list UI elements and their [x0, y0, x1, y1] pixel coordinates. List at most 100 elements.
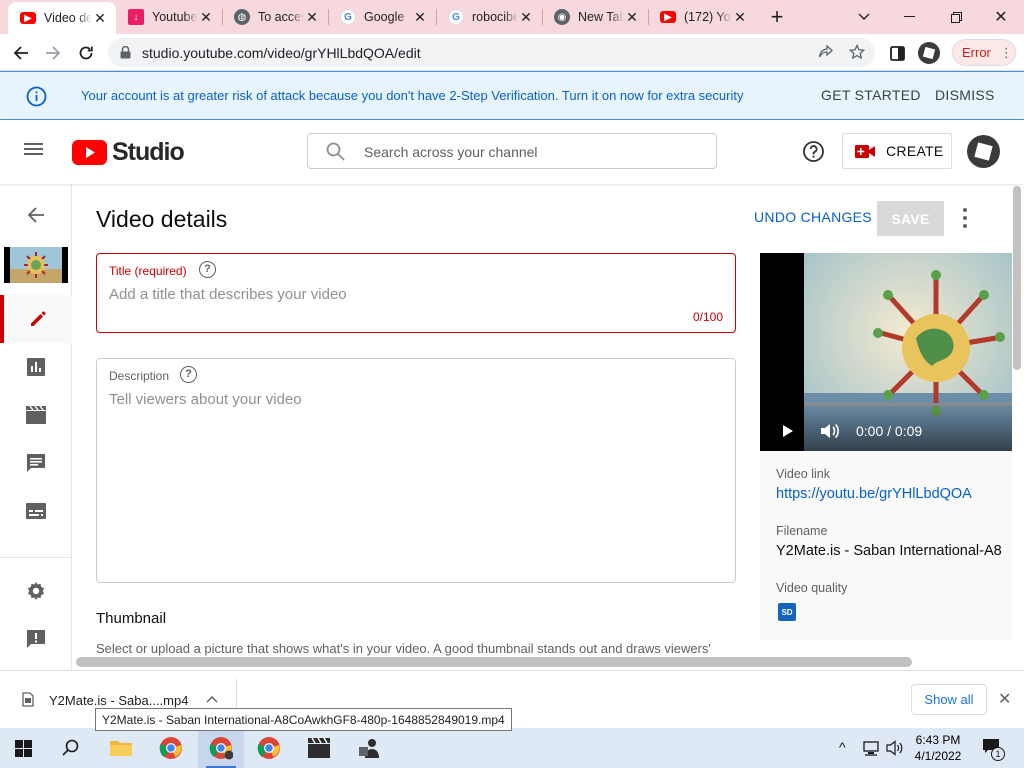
new-tab-button[interactable]: + — [763, 0, 791, 34]
title-field[interactable]: Title (required) ? Add a title that desc… — [96, 253, 736, 333]
start-button[interactable] — [0, 728, 46, 768]
tab-to-access[interactable]: ◍ To access ✕ — [222, 0, 328, 34]
minimize-button[interactable] — [893, 0, 925, 34]
chevron-up-icon[interactable] — [206, 695, 218, 703]
search-input[interactable]: Search across your channel — [307, 133, 717, 169]
search-icon — [326, 142, 345, 161]
profile-error-button[interactable]: Error ⋮ — [952, 39, 1016, 66]
nav-details[interactable] — [0, 295, 72, 343]
dismiss-button[interactable]: DISMISS — [935, 87, 995, 103]
tab-new-tab[interactable]: ◉ New Tab ✕ — [542, 0, 648, 34]
close-icon[interactable]: ✕ — [732, 9, 748, 25]
close-icon[interactable]: ✕ — [518, 9, 534, 25]
left-navigation — [0, 184, 72, 670]
info-icon — [26, 86, 47, 107]
clapperboard-icon — [308, 737, 330, 758]
undo-changes-button[interactable]: UNDO CHANGES — [754, 209, 872, 225]
nav-editor[interactable] — [0, 391, 72, 439]
close-icon[interactable]: ✕ — [198, 9, 214, 25]
filename-value: Y2Mate.is - Saban International-A8 — [776, 543, 1002, 559]
play-icon[interactable] — [782, 424, 794, 438]
video-link[interactable]: https://youtu.be/grYHlLbdQOA — [776, 486, 972, 502]
feedback-icon — [27, 630, 45, 648]
profile-avatar-button[interactable] — [916, 40, 942, 66]
thumbnail-description: Select or upload a picture that shows wh… — [96, 641, 711, 656]
analytics-icon — [27, 358, 45, 376]
tab-google[interactable]: G Google ✕ — [328, 0, 436, 34]
gear-icon — [28, 582, 44, 600]
volume-icon[interactable] — [886, 740, 904, 756]
get-started-button[interactable]: GET STARTED — [821, 87, 921, 103]
taskbar-clock[interactable]: 6:43 PM 4/1/2022 — [912, 732, 964, 764]
account-avatar[interactable] — [967, 135, 1000, 168]
tab-video-details[interactable]: ▶ Video details - YouTube Studio ✕ — [8, 2, 116, 34]
windows-icon — [14, 739, 32, 757]
url-text: studio.youtube.com/video/grYHlLbdQOA/edi… — [142, 45, 421, 61]
tab-youtube-downloader[interactable]: ↓ Youtube Downloader ✕ — [116, 0, 222, 34]
taskbar-search-button[interactable] — [48, 728, 94, 768]
browser-toolbar: studio.youtube.com/video/grYHlLbdQOA/edi… — [0, 34, 1024, 71]
share-icon[interactable] — [818, 45, 834, 60]
reload-button[interactable] — [73, 40, 99, 66]
tab-title: To access — [258, 10, 304, 24]
create-label: CREATE — [886, 143, 944, 159]
chevron-up-icon[interactable]: ^ — [839, 739, 846, 755]
network-icon[interactable] — [863, 741, 880, 756]
tab-title: Google — [364, 10, 405, 24]
forward-button[interactable] — [40, 40, 66, 66]
page-title: Video details — [96, 206, 228, 232]
help-button[interactable] — [802, 140, 825, 166]
chrome-taskbar-button-2[interactable] — [246, 728, 292, 768]
youtube-icon: ▶ — [20, 12, 36, 24]
horizontal-scrollbar[interactable] — [76, 657, 912, 667]
back-button[interactable] — [8, 40, 34, 66]
subtitles-icon — [26, 503, 46, 519]
help-icon — [803, 141, 824, 162]
help-icon[interactable]: ? — [199, 261, 216, 278]
nav-subtitles[interactable] — [0, 487, 72, 535]
show-all-button[interactable]: Show all — [911, 684, 987, 715]
video-camera-icon — [855, 144, 875, 158]
vertical-scrollbar[interactable] — [1013, 186, 1021, 370]
create-button[interactable]: CREATE — [842, 133, 952, 169]
nav-settings[interactable] — [0, 567, 72, 615]
help-icon[interactable]: ? — [180, 366, 197, 383]
chrome-profile-taskbar-button[interactable] — [198, 728, 244, 768]
close-icon[interactable]: ✕ — [92, 10, 108, 26]
minimize-icon — [903, 16, 915, 17]
volume-icon[interactable] — [820, 422, 840, 440]
more-vert-icon: ⋮ — [999, 44, 1013, 60]
menu-button[interactable] — [24, 141, 46, 163]
description-field[interactable]: Description ? Tell viewers about your vi… — [96, 358, 736, 583]
close-download-bar-button[interactable]: ✕ — [998, 689, 1011, 709]
tab-youtube[interactable]: ▶ (172) YouTube ✕ — [648, 0, 756, 34]
save-button[interactable]: SAVE — [877, 201, 944, 236]
browser-tab-strip: ▶ Video details - YouTube Studio ✕ ↓ You… — [0, 0, 1024, 34]
close-window-button[interactable]: ✕ — [985, 0, 1017, 34]
studio-logo[interactable]: Studio — [72, 137, 185, 167]
video-player[interactable]: 0:00 / 0:09 — [760, 253, 1012, 451]
nav-comments[interactable] — [0, 439, 72, 487]
address-bar[interactable]: studio.youtube.com/video/grYHlLbdQOA/edi… — [108, 38, 875, 67]
nav-feedback[interactable] — [0, 615, 72, 663]
close-icon[interactable]: ✕ — [304, 9, 320, 25]
people-taskbar-button[interactable] — [346, 728, 392, 768]
notification-center-button[interactable]: 1 — [982, 738, 1005, 761]
side-panel-button[interactable] — [884, 40, 910, 66]
tab-search-button[interactable] — [850, 0, 878, 34]
chrome-taskbar-button[interactable] — [148, 728, 194, 768]
tab-robocibe[interactable]: G robocibe ✕ — [436, 0, 542, 34]
more-options-button[interactable] — [957, 208, 973, 228]
nav-analytics[interactable] — [0, 343, 72, 391]
video-editor-taskbar-button[interactable] — [296, 728, 342, 768]
back-to-content-button[interactable] — [0, 191, 72, 239]
roblox-avatar-icon — [974, 142, 993, 161]
file-explorer-button[interactable] — [98, 728, 144, 768]
tab-title: Youtube Downloader — [152, 10, 198, 24]
video-thumbnail[interactable] — [4, 247, 68, 283]
restore-button[interactable] — [940, 0, 972, 34]
reload-icon — [79, 46, 93, 60]
close-icon[interactable]: ✕ — [412, 9, 428, 25]
star-icon[interactable] — [849, 44, 865, 60]
close-icon[interactable]: ✕ — [624, 9, 640, 25]
